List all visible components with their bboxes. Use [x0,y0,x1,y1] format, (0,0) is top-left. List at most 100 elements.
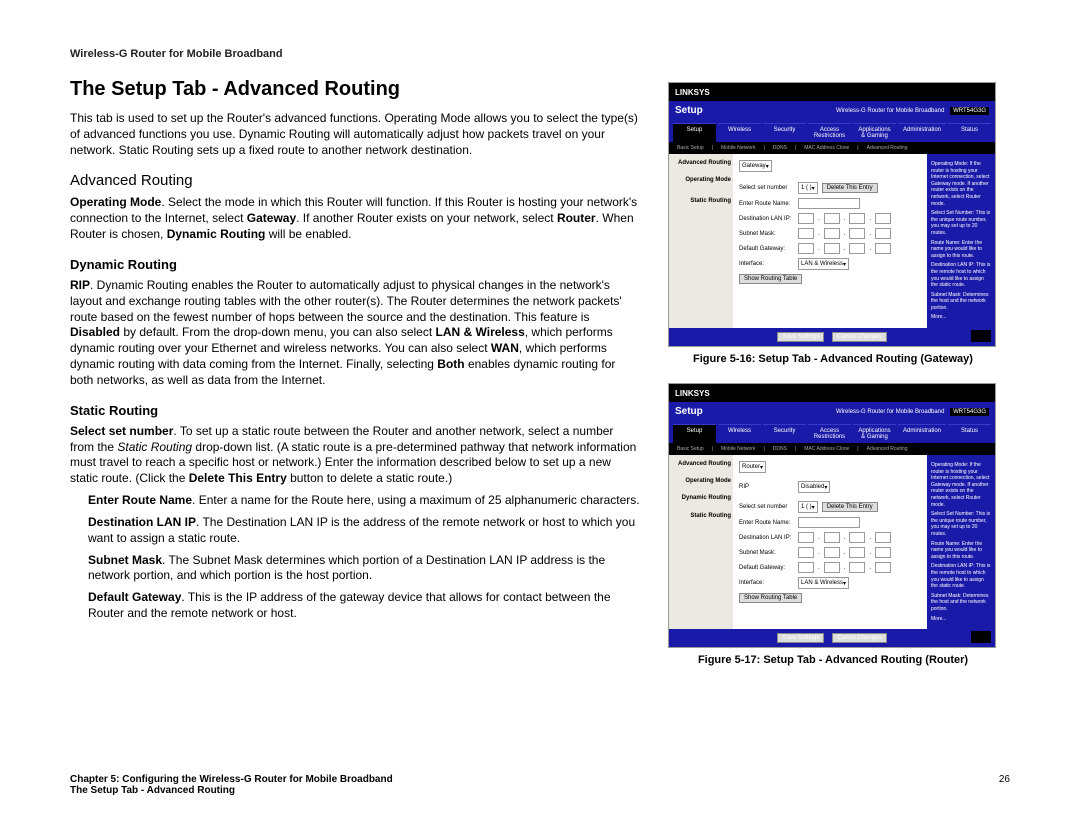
tab-admin[interactable]: Administration [898,424,946,443]
main-text-column: The Setup Tab - Advanced Routing This ta… [70,78,640,684]
destination-lan-ip-paragraph: Destination LAN IP. The Destination LAN … [88,515,640,547]
show-routing-table-button[interactable]: Show Routing Table [739,274,802,284]
subtab-basic[interactable]: Basic Setup [677,145,704,151]
subtab-basic[interactable]: Basic Setup [677,446,704,452]
subtab-ddns[interactable]: DDNS [773,446,787,452]
nav-setup-title: Setup [675,406,703,417]
cisco-logo [971,330,991,342]
ip-octet[interactable] [798,228,814,239]
tab-apps[interactable]: Applications & Gaming [853,123,896,142]
tab-wireless[interactable]: Wireless [718,123,761,142]
save-settings-button[interactable]: Save Settings [777,332,824,342]
ip-octet[interactable] [849,547,865,558]
help-text: Destination LAN IP: This is the remote h… [931,262,991,288]
page-number: 26 [999,774,1010,796]
ip-octet[interactable] [824,228,840,239]
side-static-routing: Static Routing [671,513,731,520]
side-advanced-routing: Advanced Routing [671,160,731,167]
side-operating-mode: Operating Mode [671,177,731,184]
select-set-number-paragraph: Select set number. To set up a static ro… [70,424,640,487]
tab-status[interactable]: Status [948,123,991,142]
help-text: Select Set Number: This is the unique ro… [931,511,991,537]
subsection-dynamic-routing: Dynamic Routing [70,257,640,272]
help-text: Subnet Mask: Determines the host and the… [931,593,991,613]
ip-octet[interactable] [798,547,814,558]
help-text: Route Name: Enter the name you would lik… [931,541,991,561]
subtab-advrouting[interactable]: Advanced Routing [867,446,908,452]
sub-tabs: Basic Setup| Mobile Network| DDNS| MAC A… [669,142,995,154]
dynamic-routing-paragraph: RIP. Dynamic Routing enables the Router … [70,278,640,389]
ip-octet[interactable] [798,532,814,543]
ip-octet[interactable] [875,228,891,239]
footer-chapter: Chapter 5: Configuring the Wireless-G Ro… [70,774,393,785]
cancel-changes-button[interactable]: Cancel Changes [832,332,886,342]
route-name-input[interactable] [798,517,860,528]
tab-setup[interactable]: Setup [673,424,716,443]
ip-octet[interactable] [824,243,840,254]
default-gateway-paragraph: Default Gateway. This is the IP address … [88,590,640,622]
ip-octet[interactable] [798,213,814,224]
delete-entry-button[interactable]: Delete This Entry [822,502,878,512]
ip-octet[interactable] [875,243,891,254]
figure-1-caption: Figure 5-16: Setup Tab - Advanced Routin… [668,353,998,365]
ip-octet[interactable] [849,228,865,239]
ip-octet[interactable] [824,532,840,543]
subtab-advrouting[interactable]: Advanced Routing [867,145,908,151]
ip-octet[interactable] [849,213,865,224]
delete-entry-button[interactable]: Delete This Entry [822,183,878,193]
tab-access[interactable]: Access Restrictions [808,123,851,142]
ip-octet[interactable] [849,243,865,254]
route-name-input[interactable] [798,198,860,209]
show-routing-table-button[interactable]: Show Routing Table [739,593,802,603]
brand-logo: LINKSYS [675,88,710,97]
ip-octet[interactable] [875,532,891,543]
main-tabs: Setup Wireless Security Access Restricti… [669,120,995,142]
figure-gateway-screenshot: LINKSYS Setup Wireless-G Router for Mobi… [668,82,996,347]
tab-security[interactable]: Security [763,424,806,443]
operating-mode-select[interactable]: Gateway ▾ [739,160,772,172]
subtab-mac[interactable]: MAC Address Clone [804,145,849,151]
subtab-mac[interactable]: MAC Address Clone [804,446,849,452]
subtab-mobile[interactable]: Mobile Network [721,145,755,151]
cancel-changes-button[interactable]: Cancel Changes [832,633,886,643]
help-text: Select Set Number: This is the unique ro… [931,210,991,236]
side-dynamic-routing: Dynamic Routing [671,495,731,502]
page-footer: Chapter 5: Configuring the Wireless-G Ro… [70,774,1010,796]
help-text: Operating Mode: If the router is hosting… [931,462,991,508]
help-more-link[interactable]: More... [931,314,991,321]
ip-octet[interactable] [824,562,840,573]
ip-octet[interactable] [875,547,891,558]
ip-octet[interactable] [824,547,840,558]
intro-paragraph: This tab is used to set up the Router's … [70,111,640,158]
subtab-mobile[interactable]: Mobile Network [721,446,755,452]
ip-octet[interactable] [798,562,814,573]
help-text: Subnet Mask: Determines the host and the… [931,292,991,312]
ip-octet[interactable] [875,562,891,573]
interface-select[interactable]: LAN & Wireless ▾ [798,258,849,270]
operating-mode-select[interactable]: Router ▾ [739,461,766,473]
ip-octet[interactable] [875,213,891,224]
side-operating-mode: Operating Mode [671,478,731,485]
set-number-select[interactable]: 1 ( ) ▾ [798,501,818,513]
tab-status[interactable]: Status [948,424,991,443]
tab-access[interactable]: Access Restrictions [808,424,851,443]
help-more-link[interactable]: More... [931,616,991,623]
ip-octet[interactable] [849,532,865,543]
tab-admin[interactable]: Administration [898,123,946,142]
set-number-select[interactable]: 1 ( ) ▾ [798,182,818,194]
ip-octet[interactable] [798,243,814,254]
operating-mode-paragraph: Operating Mode. Select the mode in which… [70,195,640,242]
tab-wireless[interactable]: Wireless [718,424,761,443]
save-settings-button[interactable]: Save Settings [777,633,824,643]
ip-octet[interactable] [849,562,865,573]
interface-select[interactable]: LAN & Wireless ▾ [798,577,849,589]
rip-select[interactable]: Disabled ▾ [798,481,830,493]
subtab-ddns[interactable]: DDNS [773,145,787,151]
tab-setup[interactable]: Setup [673,123,716,142]
ip-octet[interactable] [824,213,840,224]
tab-apps[interactable]: Applications & Gaming [853,424,896,443]
help-text: Route Name: Enter the name you would lik… [931,240,991,260]
tab-security[interactable]: Security [763,123,806,142]
side-static-routing: Static Routing [671,198,731,205]
subsection-static-routing: Static Routing [70,403,640,418]
